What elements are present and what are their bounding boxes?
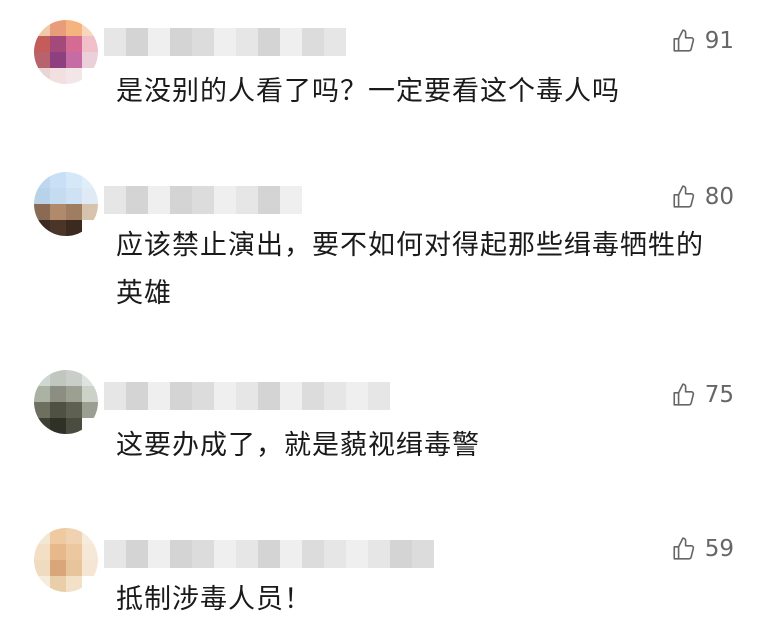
username-blurred[interactable]	[104, 540, 434, 568]
like-button[interactable]: 75	[671, 380, 734, 410]
thumbs-up-icon	[671, 184, 697, 210]
like-count: 80	[704, 184, 734, 210]
avatar[interactable]	[34, 370, 98, 434]
thumbs-up-icon	[671, 536, 697, 562]
comment-text: 这要办成了，就是藐视缉毒警	[116, 430, 480, 461]
comment-page: { "comments": [ { "text": "是没别的人看了吗？一定要看…	[0, 0, 770, 630]
avatar[interactable]	[34, 528, 98, 592]
comment-text: 抵制涉毒人员！	[116, 584, 312, 615]
thumbs-up-icon	[671, 382, 697, 408]
like-count: 91	[704, 28, 734, 54]
thumbs-up-icon	[671, 28, 697, 54]
like-button[interactable]: 91	[671, 26, 734, 56]
username-blurred[interactable]	[104, 382, 390, 410]
username-blurred[interactable]	[104, 186, 302, 214]
like-count: 75	[704, 382, 734, 408]
avatar[interactable]	[34, 20, 98, 84]
avatar[interactable]	[34, 172, 98, 236]
like-button[interactable]: 59	[671, 534, 734, 564]
like-button[interactable]: 80	[671, 182, 734, 212]
comment-text: 应该禁止演出，要不如何对得起那些缉毒牺牲的英雄	[116, 230, 704, 309]
like-count: 59	[704, 536, 734, 562]
username-blurred[interactable]	[104, 28, 346, 56]
comment-text: 是没别的人看了吗？一定要看这个毒人吗	[116, 76, 620, 107]
